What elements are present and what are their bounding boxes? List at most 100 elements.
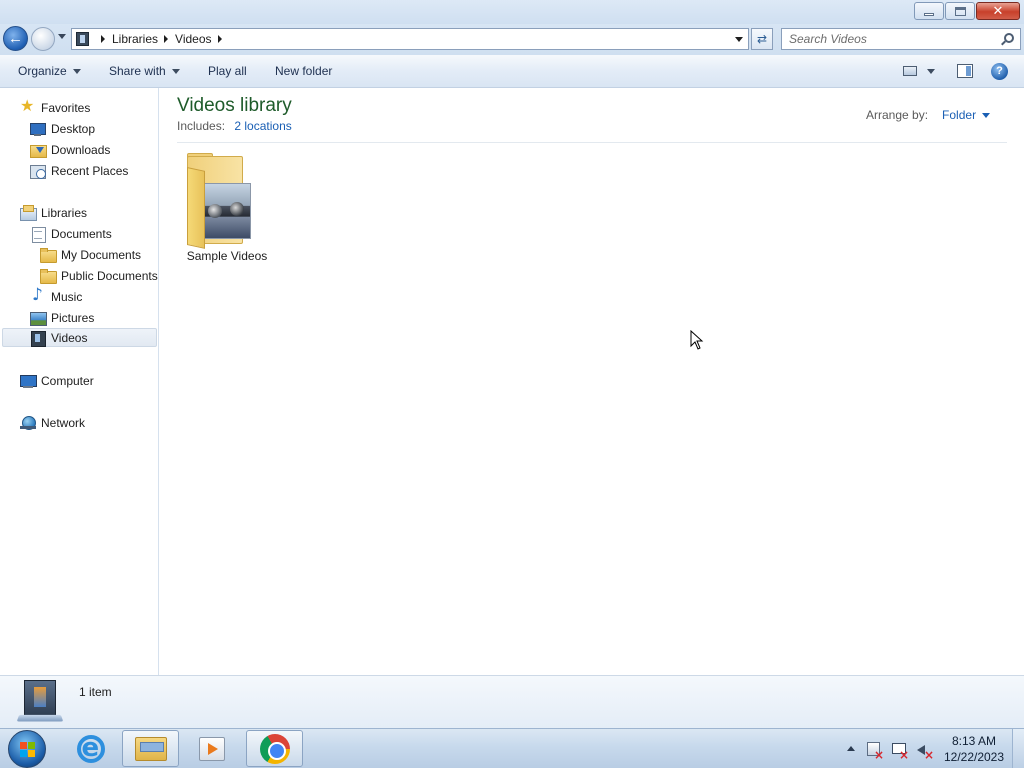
taskbar-windows-explorer[interactable] xyxy=(122,730,179,767)
favorites-star-icon xyxy=(20,98,36,116)
documents-icon xyxy=(30,226,46,243)
folder-item-sample-videos[interactable]: Sample Videos xyxy=(178,150,276,265)
nav-libraries[interactable]: Libraries xyxy=(20,203,87,222)
new-folder-label: New folder xyxy=(275,64,333,78)
volume-icon[interactable] xyxy=(916,741,934,761)
taskbar-internet-explorer[interactable] xyxy=(62,730,119,767)
taskbar-media-player[interactable] xyxy=(183,730,240,767)
show-desktop-button[interactable] xyxy=(1012,729,1024,768)
nav-my-documents[interactable]: My Documents xyxy=(40,245,141,264)
includes-locations-link[interactable]: 2 locations xyxy=(234,119,291,133)
arrange-by: Arrange by: Folder xyxy=(866,108,991,122)
windows-explorer-icon xyxy=(134,736,167,761)
back-button[interactable]: ← xyxy=(3,26,28,51)
nav-desktop-label: Desktop xyxy=(51,121,96,136)
window-titlebar: ✕ xyxy=(0,0,1024,24)
nav-videos-label: Videos xyxy=(51,330,88,345)
search-icon[interactable] xyxy=(1004,33,1014,43)
play-all-label: Play all xyxy=(208,64,247,78)
forward-button[interactable] xyxy=(31,27,55,51)
videos-library-icon xyxy=(16,680,64,724)
taskbar-chrome[interactable] xyxy=(246,730,303,767)
address-row: ← Libraries Videos ⇄ xyxy=(0,24,1024,55)
computer-icon xyxy=(20,373,37,389)
libraries-icon xyxy=(20,204,37,221)
content-pane: Videos library Includes: 2 locations Arr… xyxy=(160,88,1024,675)
chevron-down-icon xyxy=(72,68,81,74)
network-status-icon[interactable] xyxy=(891,741,909,761)
restore-button[interactable] xyxy=(945,2,975,20)
nav-downloads[interactable]: Downloads xyxy=(30,140,110,159)
folder-icon xyxy=(40,268,57,284)
chevron-down-icon[interactable] xyxy=(982,112,991,118)
breadcrumb-libraries[interactable]: Libraries xyxy=(112,32,158,46)
arrange-by-value[interactable]: Folder xyxy=(942,108,976,122)
includes-label: Includes: xyxy=(177,119,226,133)
recent-places-icon xyxy=(30,163,46,179)
change-view-icon[interactable] xyxy=(903,66,917,76)
address-bar[interactable]: Libraries Videos xyxy=(71,28,749,50)
refresh-icon: ⇄ xyxy=(756,32,768,46)
chevron-down-icon xyxy=(171,68,180,74)
address-history-dropdown[interactable] xyxy=(735,37,743,42)
close-icon: ✕ xyxy=(992,3,1004,19)
media-player-icon xyxy=(198,736,225,761)
nav-documents[interactable]: Documents xyxy=(30,224,112,243)
caption-buttons: ✕ xyxy=(914,2,1020,20)
nav-desktop[interactable]: Desktop xyxy=(30,119,95,138)
library-title: Videos library xyxy=(177,95,292,116)
nav-favorites[interactable]: Favorites xyxy=(20,98,90,117)
nav-public-documents[interactable]: Public Documents xyxy=(40,266,158,285)
breadcrumb-separator[interactable] xyxy=(164,35,169,43)
library-includes: Includes: 2 locations xyxy=(177,119,292,133)
show-hidden-icons-button[interactable] xyxy=(847,746,855,751)
nav-music[interactable]: Music xyxy=(30,287,82,306)
close-button[interactable]: ✕ xyxy=(976,2,1020,20)
new-folder-button[interactable]: New folder xyxy=(275,64,332,78)
share-with-label: Share with xyxy=(109,64,166,78)
nav-recent-places-label: Recent Places xyxy=(51,163,129,178)
help-icon[interactable]: ? xyxy=(991,63,1008,80)
share-with-button[interactable]: Share with xyxy=(109,64,180,78)
chrome-icon xyxy=(259,733,290,764)
navigation-pane: Favorites Desktop Downloads Recent Place… xyxy=(0,88,159,675)
nav-network[interactable]: Network xyxy=(20,413,85,432)
minimize-button[interactable] xyxy=(914,2,944,20)
recent-pages-dropdown[interactable] xyxy=(58,34,66,39)
minimize-icon xyxy=(924,12,934,16)
organize-button[interactable]: Organize xyxy=(18,64,81,78)
command-bar: Organize Share with Play all New folder … xyxy=(0,55,1024,88)
action-center-icon[interactable] xyxy=(866,741,884,761)
view-options-dropdown[interactable] xyxy=(927,69,935,74)
play-all-button[interactable]: Play all xyxy=(208,64,247,78)
system-clock[interactable]: 8:13 AM 12/22/2023 xyxy=(940,733,1008,765)
organize-label: Organize xyxy=(18,64,67,78)
clock-date: 12/22/2023 xyxy=(943,750,1005,764)
videos-icon xyxy=(30,330,46,347)
start-button[interactable] xyxy=(8,730,46,768)
folder-item-label: Sample Videos xyxy=(186,249,268,263)
nav-recent-places[interactable]: Recent Places xyxy=(30,161,128,180)
nav-public-documents-label: Public Documents xyxy=(61,268,158,283)
video-folder-icon xyxy=(185,153,255,249)
nav-documents-label: Documents xyxy=(51,226,112,241)
nav-videos[interactable]: Videos xyxy=(2,328,157,347)
mouse-cursor-icon xyxy=(690,330,704,350)
pictures-icon xyxy=(30,310,47,326)
search-box[interactable] xyxy=(781,28,1021,50)
restore-icon xyxy=(954,6,966,16)
breadcrumb-videos[interactable]: Videos xyxy=(175,32,211,46)
nav-computer[interactable]: Computer xyxy=(20,371,94,390)
breadcrumb-separator[interactable] xyxy=(217,35,222,43)
refresh-button[interactable]: ⇄ xyxy=(751,28,773,50)
nav-pictures-label: Pictures xyxy=(51,310,95,325)
back-arrow-icon: ← xyxy=(8,30,23,47)
videos-library-icon xyxy=(76,32,89,46)
nav-music-label: Music xyxy=(51,289,83,304)
preview-pane-icon[interactable] xyxy=(957,64,973,78)
nav-pictures[interactable]: Pictures xyxy=(30,308,94,327)
downloads-icon xyxy=(30,142,47,158)
search-input[interactable] xyxy=(782,29,992,49)
clock-time: 8:13 AM xyxy=(951,734,997,748)
breadcrumb-separator[interactable] xyxy=(101,35,105,43)
